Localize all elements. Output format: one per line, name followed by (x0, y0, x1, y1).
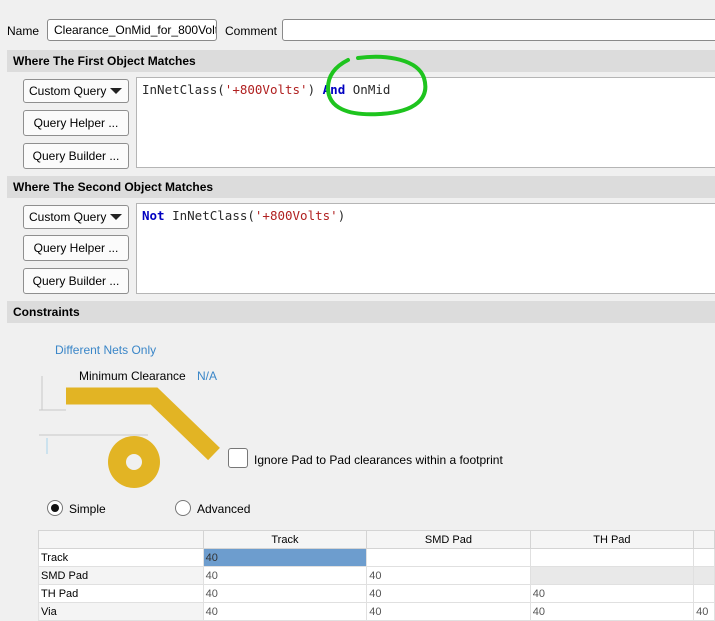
query-keyword: Not (142, 208, 165, 223)
table-row: SMD Pad 40 40 (38, 566, 715, 585)
query-string: '+800Volts' (224, 82, 308, 97)
column-header: Track (202, 530, 368, 549)
second-object-header: Where The Second Object Matches (7, 176, 715, 198)
name-input[interactable]: Clearance_OnMid_for_800Volts (47, 19, 217, 41)
comment-input[interactable] (282, 19, 715, 41)
matrix-cell (366, 548, 531, 567)
second-query-builder-button[interactable]: Query Builder ... (23, 268, 129, 294)
constraints-header: Constraints (7, 301, 715, 323)
row-header: TH Pad (38, 584, 204, 603)
matrix-cell (693, 584, 715, 603)
query-close: ) (307, 82, 316, 97)
matrix-cell[interactable]: 40 (202, 548, 368, 567)
second-query-helper-button[interactable]: Query Helper ... (23, 235, 129, 261)
simple-radio[interactable] (47, 500, 63, 516)
matrix-cell[interactable]: 40 (366, 566, 531, 585)
matrix-cell (529, 548, 695, 567)
first-query-mode-value: Custom Query (29, 84, 107, 98)
matrix-cell (529, 566, 695, 585)
matrix-cell (693, 566, 715, 585)
advanced-radio[interactable] (175, 500, 191, 516)
column-header: TH Pad (529, 530, 695, 549)
row-header: Track (38, 548, 204, 567)
column-header (693, 530, 715, 549)
matrix-cell[interactable]: 40 (202, 584, 368, 603)
query-close: ) (337, 208, 346, 223)
query-string: '+800Volts' (254, 208, 338, 223)
clearance-diagram (39, 376, 220, 488)
second-query-mode-value: Custom Query (29, 210, 107, 224)
comment-label: Comment (225, 24, 278, 38)
column-header: SMD Pad (366, 530, 531, 549)
ignore-pad-label: Ignore Pad to Pad clearances within a fo… (254, 453, 503, 467)
first-query-builder-button[interactable]: Query Builder ... (23, 143, 129, 169)
matrix-cell[interactable]: 40 (202, 566, 368, 585)
matrix-cell (693, 548, 715, 567)
first-query-mode-select[interactable]: Custom Query (23, 79, 129, 103)
advanced-radio-label: Advanced (197, 502, 251, 516)
query-function: InNetClass( (142, 82, 225, 97)
name-label: Name (7, 24, 40, 38)
matrix-corner (38, 530, 204, 549)
chevron-down-icon (110, 88, 122, 94)
chevron-down-icon (110, 214, 122, 220)
table-row: Track 40 (38, 548, 715, 567)
row-header: SMD Pad (38, 566, 204, 585)
second-query-mode-select[interactable]: Custom Query (23, 205, 129, 229)
simple-radio-label: Simple (69, 502, 106, 516)
matrix-cell[interactable]: 40 (529, 584, 695, 603)
second-query-editor[interactable]: Not InNetClass('+800Volts') (136, 203, 715, 294)
ignore-pad-checkbox[interactable] (228, 448, 248, 468)
query-function: InNetClass( (172, 208, 255, 223)
highlight-circle-annotation (325, 54, 428, 117)
table-row: TH Pad 40 40 40 (38, 584, 715, 603)
first-query-helper-button[interactable]: Query Helper ... (23, 110, 129, 136)
matrix-cell[interactable]: 40 (366, 584, 531, 603)
different-nets-label: Different Nets Only (55, 343, 157, 357)
clearance-matrix: Track SMD Pad TH Pad Track 40 SMD Pad 40… (38, 530, 715, 621)
